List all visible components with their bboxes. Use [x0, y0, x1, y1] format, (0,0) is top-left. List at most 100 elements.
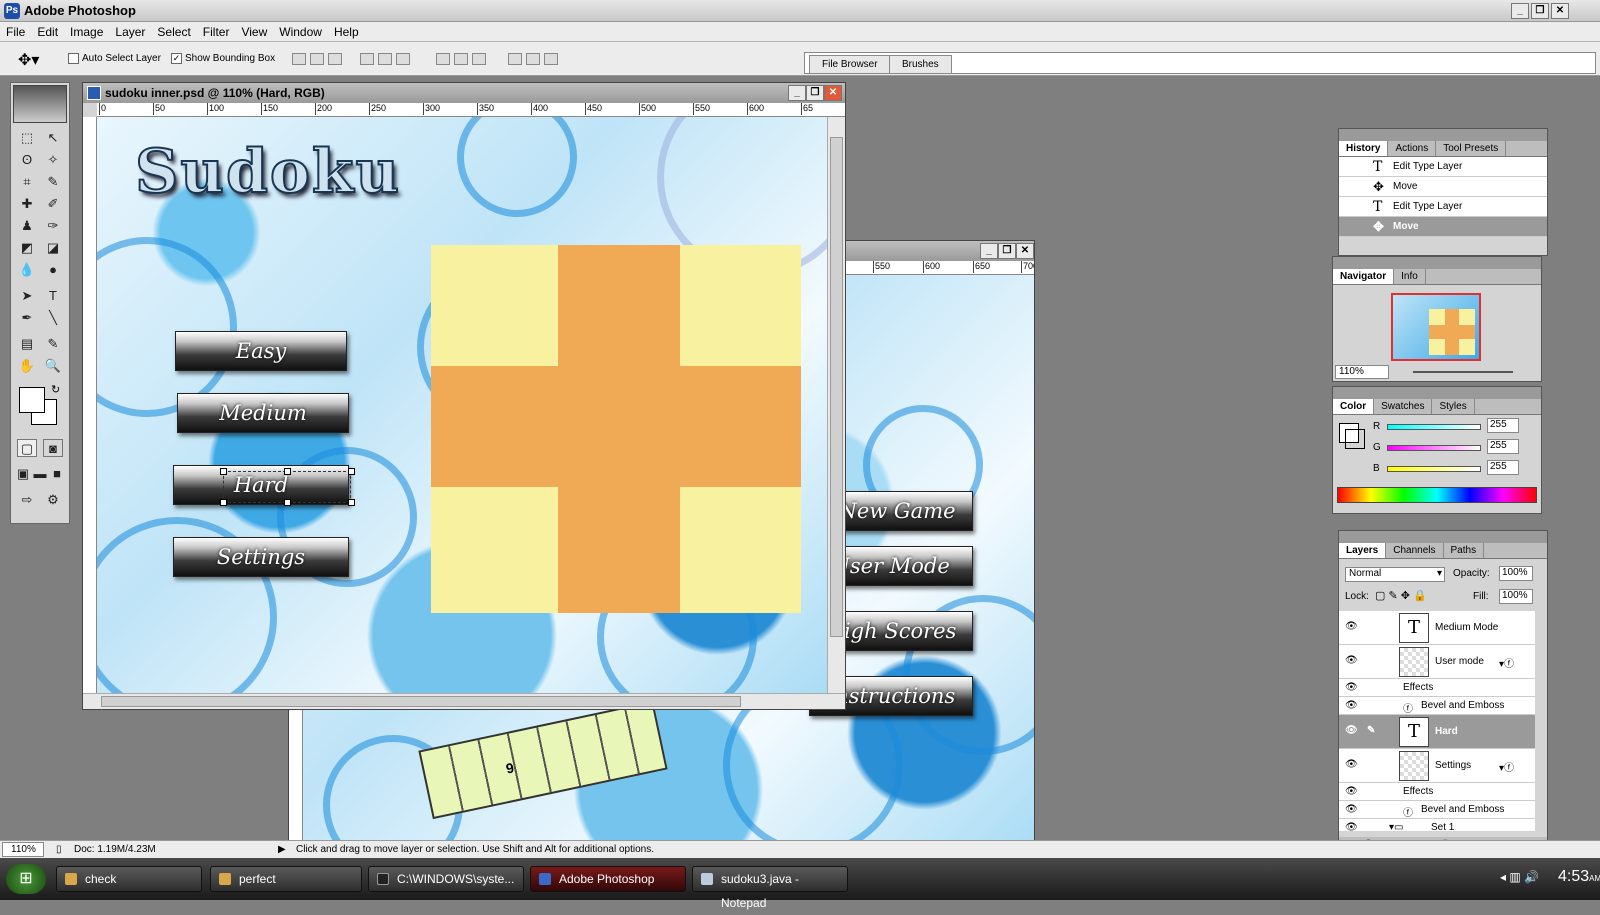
menu-view[interactable]: View — [235, 22, 273, 42]
tray-icons[interactable]: ◂ ▥ 🔊 — [1500, 870, 1539, 884]
vertical-scroll-thumb[interactable] — [830, 137, 843, 637]
channel-b-value[interactable]: 255 — [1487, 460, 1519, 475]
screen-mode-full-menu-icon[interactable]: ▬ — [32, 465, 48, 483]
taskbar-item[interactable]: perfect — [210, 866, 362, 892]
tab-tool-presets[interactable]: Tool Presets — [1436, 141, 1507, 156]
eyedropper-icon[interactable]: ✎ — [43, 335, 63, 353]
history-item[interactable]: T Edit Type Layer — [1339, 157, 1547, 177]
color-spectrum-bar[interactable] — [1337, 487, 1537, 503]
channel-r-slider[interactable] — [1387, 424, 1481, 430]
history-item-selected[interactable]: ✥ Move — [1339, 217, 1547, 237]
brush-tool-icon[interactable]: ✐ — [43, 195, 63, 213]
distribute-top-icon[interactable] — [436, 53, 450, 65]
start-button[interactable]: ⊞ — [6, 864, 46, 894]
channel-r-value[interactable]: 255 — [1487, 418, 1519, 433]
effect-row[interactable]: 👁 ⓕ Bevel and Emboss — [1339, 697, 1535, 715]
screen-mode-full-icon[interactable]: ■ — [49, 465, 65, 483]
effects-icon[interactable]: ▾ⓕ — [1499, 655, 1514, 670]
lock-icons[interactable]: ▢ ✎ ✥ 🔒 — [1375, 589, 1427, 602]
dodge-tool-icon[interactable]: ● — [43, 261, 63, 279]
transform-handle[interactable] — [220, 499, 227, 506]
layer-row[interactable]: 👁 T Medium Mode — [1339, 611, 1535, 645]
effect-row[interactable]: 👁 ⓕ Bevel and Emboss — [1339, 801, 1535, 819]
foreground-color-swatch[interactable] — [19, 387, 45, 413]
doc-minimize-button[interactable]: _ — [788, 85, 806, 101]
tab-actions[interactable]: Actions — [1388, 141, 1437, 156]
navigator-zoom-slider[interactable] — [1413, 371, 1513, 373]
screen-mode-standard-icon[interactable]: ▣ — [15, 465, 31, 483]
align-bottom-icon[interactable] — [328, 53, 342, 65]
stamp-tool-icon[interactable]: ♟ — [17, 217, 37, 235]
vertical-scrollbar[interactable] — [827, 117, 845, 693]
imageready-icon[interactable]: ⚙ — [43, 491, 63, 509]
eye-icon[interactable]: 👁 — [1345, 822, 1358, 831]
color-background-swatch[interactable] — [1345, 429, 1365, 449]
tab-brushes[interactable]: Brushes — [889, 55, 952, 73]
eye-icon[interactable]: 👁 — [1345, 786, 1358, 797]
move-tool-icon[interactable]: ↖ — [43, 129, 63, 147]
layer-row[interactable]: 👁 User mode ▾ⓕ — [1339, 645, 1535, 679]
align-center-icon[interactable] — [378, 53, 392, 65]
menu-window[interactable]: Window — [273, 22, 328, 42]
tab-navigator[interactable]: Navigator — [1333, 269, 1395, 284]
slice-tool-icon[interactable]: ✎ — [43, 173, 63, 191]
tab-info[interactable]: Info — [1394, 269, 1426, 284]
bounding-box-checkbox[interactable]: ✓ Show Bounding Box — [171, 53, 275, 64]
doc-maximize-button[interactable]: ❐ — [806, 85, 824, 101]
magic-wand-icon[interactable]: ✧ — [43, 151, 63, 169]
channel-g-value[interactable]: 255 — [1487, 439, 1519, 454]
history-item[interactable]: T Edit Type Layer — [1339, 197, 1547, 217]
transform-handle[interactable] — [284, 499, 291, 506]
notes-tool-icon[interactable]: ▤ — [17, 335, 37, 353]
history-item[interactable]: ✥ Move — [1339, 177, 1547, 197]
menu-edit[interactable]: Edit — [31, 22, 64, 42]
path-select-icon[interactable]: ➤ — [17, 287, 37, 305]
layer-set-row[interactable]: 👁 ▾▭ Set 1 — [1339, 819, 1535, 831]
distribute-left-icon[interactable] — [508, 53, 522, 65]
hand-tool-icon[interactable]: ✋ — [17, 357, 37, 375]
move-tool-icon[interactable]: ✥▾ — [18, 50, 39, 70]
eye-icon[interactable]: 👁 — [1345, 682, 1358, 693]
transform-handle[interactable] — [220, 468, 227, 475]
standard-mode-icon[interactable]: ▢ — [17, 439, 37, 457]
channel-g-slider[interactable] — [1387, 445, 1481, 451]
transform-handle[interactable] — [348, 499, 355, 506]
distribute-right-icon[interactable] — [544, 53, 558, 65]
fill-field[interactable]: 100% — [1499, 589, 1533, 604]
taskbar-item[interactable]: check — [56, 866, 202, 892]
jump-to-imageready-icon[interactable]: ⇨ — [17, 491, 37, 509]
history-brush-icon[interactable]: ✑ — [43, 217, 63, 235]
layer-row-selected[interactable]: 👁 ✎ T Hard — [1339, 715, 1535, 749]
align-right-icon[interactable] — [396, 53, 410, 65]
tab-channels[interactable]: Channels — [1386, 543, 1444, 558]
lasso-tool-icon[interactable]: ʘ — [17, 151, 37, 169]
play-arrow-icon[interactable]: ▶ — [278, 841, 286, 859]
channel-b-slider[interactable] — [1387, 466, 1481, 472]
swap-colors-icon[interactable]: ↻ — [51, 383, 60, 396]
easy-button[interactable]: Easy — [175, 331, 347, 371]
tab-styles[interactable]: Styles — [1432, 399, 1475, 414]
eye-icon[interactable]: 👁 — [1345, 655, 1358, 666]
navigator-thumbnail[interactable] — [1391, 293, 1481, 361]
menu-filter[interactable]: Filter — [197, 22, 236, 42]
blur-tool-icon[interactable]: 💧 — [17, 261, 37, 279]
status-zoom-field[interactable]: 110% — [2, 842, 44, 857]
eye-icon[interactable]: 👁 — [1345, 700, 1358, 711]
crop-tool-icon[interactable]: ⌗ — [17, 173, 37, 191]
distribute-bottom-icon[interactable] — [472, 53, 486, 65]
auto-select-checkbox[interactable]: Auto Select Layer — [68, 53, 161, 64]
tab-paths[interactable]: Paths — [1444, 543, 1485, 558]
tab-color[interactable]: Color — [1333, 399, 1375, 414]
maximize-button[interactable]: ❐ — [1531, 3, 1549, 19]
type-tool-icon[interactable]: T — [43, 287, 63, 305]
distribute-middle-icon[interactable] — [454, 53, 468, 65]
doc-back-minimize-button[interactable]: _ — [980, 243, 998, 259]
line-tool-icon[interactable]: ╲ — [43, 309, 63, 327]
align-left-icon[interactable] — [360, 53, 374, 65]
navigator-zoom-field[interactable]: 110% — [1335, 365, 1389, 379]
doc-back-close-button[interactable]: ✕ — [1016, 243, 1034, 259]
zoom-tool-icon[interactable]: 🔍 — [43, 357, 63, 375]
menu-file[interactable]: File — [0, 22, 31, 42]
eye-icon[interactable]: 👁 — [1345, 804, 1358, 815]
eye-icon[interactable]: 👁 — [1345, 621, 1358, 632]
